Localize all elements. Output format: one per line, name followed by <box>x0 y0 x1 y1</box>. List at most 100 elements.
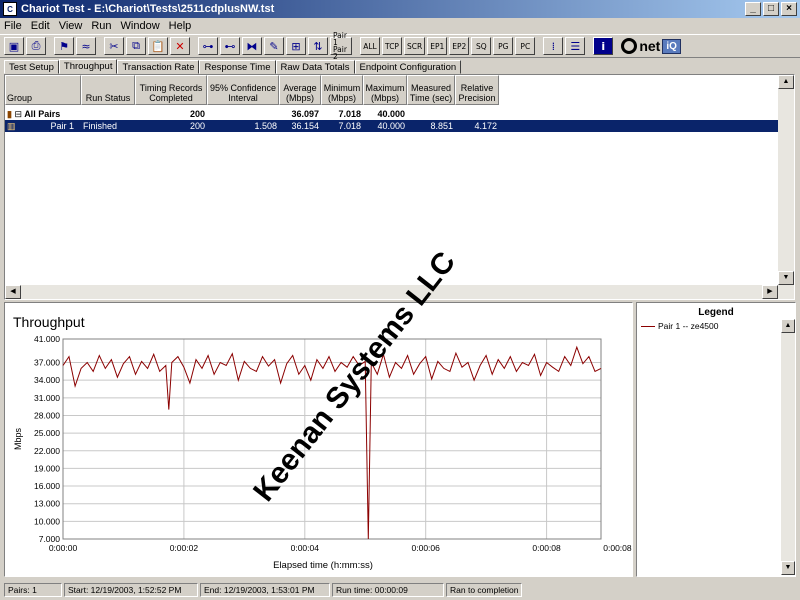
legend-panel: Legend Pair 1 -- ze4500 ▲ ▼ <box>636 302 796 577</box>
filter-all-button[interactable]: ALL <box>360 37 380 55</box>
y-tick-label: 41.000 <box>34 334 60 344</box>
tab-transaction-rate[interactable]: Transaction Rate <box>117 60 200 74</box>
menu-help[interactable]: Help <box>169 20 192 32</box>
list-view-icon[interactable]: ☰ <box>565 37 586 55</box>
maximize-button[interactable]: □ <box>763 2 779 16</box>
swap-icon[interactable]: ⇅ <box>308 37 328 55</box>
header-relative-precision[interactable]: Relative Precision <box>455 75 499 105</box>
header-minimum[interactable]: Minimum (Mbps) <box>321 75 363 105</box>
header-timing-records[interactable]: Timing Records Completed <box>135 75 207 105</box>
pair-label-2: Pair 2 <box>333 45 347 61</box>
network-icon[interactable]: ⧓ <box>242 37 262 55</box>
title-bar: C Chariot Test - E:\Chariot\Tests\2511cd… <box>0 0 800 18</box>
y-tick-label: 10.000 <box>34 516 60 526</box>
grid-horizontal-scrollbar[interactable]: ◀ ▶ <box>5 285 794 299</box>
menu-edit[interactable]: Edit <box>31 20 50 32</box>
filter-pg-button[interactable]: PG <box>493 37 514 55</box>
run-icon[interactable]: ⚑ <box>54 37 74 55</box>
status-start: Start: 12/19/2003, 1:52:52 PM <box>64 583 198 597</box>
x-tick-label: 0:00:08.9 <box>603 543 632 553</box>
filter-pc-button[interactable]: PC <box>515 37 536 55</box>
cell-run-status <box>81 108 135 120</box>
tab-endpoint-configuration[interactable]: Endpoint Configuration <box>354 60 462 74</box>
cell-measured-time: 8.851 <box>430 121 453 131</box>
filter-scr-button[interactable]: SCR <box>404 37 426 55</box>
group-name: All Pairs <box>24 109 61 119</box>
scroll-down-icon[interactable]: ▼ <box>778 271 794 285</box>
header-measured-time[interactable]: Measured Time (sec) <box>407 75 455 105</box>
menu-run[interactable]: Run <box>91 20 111 32</box>
y-axis-label: Mbps <box>13 428 23 451</box>
x-axis-label: Elapsed time (h:mm:ss) <box>273 560 373 571</box>
minimize-button[interactable]: _ <box>745 2 761 16</box>
info-icon[interactable]: i <box>593 37 614 55</box>
y-tick-label: 13.000 <box>34 499 60 509</box>
tab-test-setup[interactable]: Test Setup <box>4 60 59 74</box>
filter-tcp-button[interactable]: TCP <box>382 37 402 55</box>
paste-icon[interactable]: 📋 <box>148 37 168 55</box>
legend-scrollbar[interactable]: ▲ ▼ <box>781 319 795 575</box>
header-confidence-interval[interactable]: 95% Confidence Interval <box>207 75 279 105</box>
add-pair-icon[interactable]: ⊶ <box>198 37 218 55</box>
tab-throughput[interactable]: Throughput <box>58 59 118 74</box>
menu-file[interactable]: File <box>4 20 22 32</box>
y-tick-label: 28.000 <box>34 410 60 420</box>
cell-maximum: 40.000 <box>377 121 405 131</box>
filter-sq-button[interactable]: SQ <box>471 37 492 55</box>
table-row[interactable]: ▥ Pair 1 Finished 200 1.508 36.154 7.018… <box>5 120 779 132</box>
grid-vertical-scrollbar[interactable]: ▲ ▼ <box>778 75 794 285</box>
menu-bar: File Edit View Run Window Help <box>0 18 800 34</box>
brand-suffix: iQ <box>662 38 681 54</box>
filter-ep1-button[interactable]: EP1 <box>427 37 448 55</box>
header-run-status[interactable]: Run Status <box>81 75 135 105</box>
table-row[interactable]: ▮ ⊟ All Pairs 200 36.097 7.018 40.000 <box>5 108 499 120</box>
rename-icon[interactable]: ⊞ <box>286 37 306 55</box>
cell-precision: 4.172 <box>474 121 497 131</box>
legend-scroll-up-icon[interactable]: ▲ <box>781 319 795 333</box>
menu-view[interactable]: View <box>59 20 83 32</box>
edit-pair-icon[interactable]: ✎ <box>264 37 284 55</box>
expand-icon[interactable]: ⊟ <box>14 109 22 119</box>
cell-precision <box>455 108 499 120</box>
throughput-chart: Throughput 41.000 37.000 34.000 31.000 28.00… <box>13 314 639 571</box>
cell-records: 200 <box>189 109 205 119</box>
cell-ci <box>207 108 279 120</box>
close-button[interactable]: × <box>781 2 797 16</box>
window-title: Chariot Test - E:\Chariot\Tests\2511cdpl… <box>21 3 275 15</box>
status-result: Ran to completion <box>446 583 522 597</box>
copy-icon[interactable]: ⧉ <box>126 37 146 55</box>
delete-icon[interactable]: ✕ <box>170 37 190 55</box>
menu-window[interactable]: Window <box>121 20 160 32</box>
tab-raw-data-totals[interactable]: Raw Data Totals <box>275 60 355 74</box>
header-group[interactable]: Group <box>5 75 81 105</box>
pair-name: Pair 1 <box>50 121 75 131</box>
y-tick-label: 31.000 <box>34 393 60 403</box>
chart-title: Throughput <box>13 314 85 330</box>
save-icon[interactable]: ▣ <box>4 37 24 55</box>
pair-icon: ▥ <box>7 121 16 131</box>
x-tick-label: 0:00:02 <box>170 543 199 553</box>
grid-header: Group Run Status Timing Records Complete… <box>5 75 499 105</box>
add-multicast-icon[interactable]: ⊷ <box>220 37 240 55</box>
tab-response-time[interactable]: Response Time <box>199 60 276 74</box>
scroll-right-icon[interactable]: ▶ <box>762 285 778 299</box>
scroll-left-icon[interactable]: ◀ <box>5 285 21 299</box>
pair-label-button[interactable]: Pair 1 Pair 2 <box>330 32 352 60</box>
cut-icon[interactable]: ✂ <box>104 37 124 55</box>
stop-icon[interactable]: ≈ <box>76 37 96 55</box>
header-average[interactable]: Average (Mbps) <box>279 75 321 105</box>
legend-scroll-down-icon[interactable]: ▼ <box>781 561 795 575</box>
grid-view-icon[interactable]: ⁞ <box>543 37 564 55</box>
print-icon[interactable]: ⎙ <box>26 37 46 55</box>
filter-ep2-button[interactable]: EP2 <box>449 37 470 55</box>
cell-run-status: Finished <box>83 121 118 131</box>
x-tick-label: 0:00:08 <box>532 543 561 553</box>
scroll-up-icon[interactable]: ▲ <box>778 75 794 89</box>
chart-panel: Throughput 41.000 37.000 34.000 31.000 28.00… <box>4 302 639 577</box>
legend-entry[interactable]: Pair 1 -- ze4500 <box>641 321 718 331</box>
cell-measured-time <box>407 108 455 120</box>
status-end: End: 12/19/2003, 1:53:01 PM <box>200 583 330 597</box>
y-tick-label: 34.000 <box>34 375 60 385</box>
header-maximum[interactable]: Maximum (Mbps) <box>363 75 407 105</box>
cell-group: ▥ Pair 1 <box>5 120 81 132</box>
